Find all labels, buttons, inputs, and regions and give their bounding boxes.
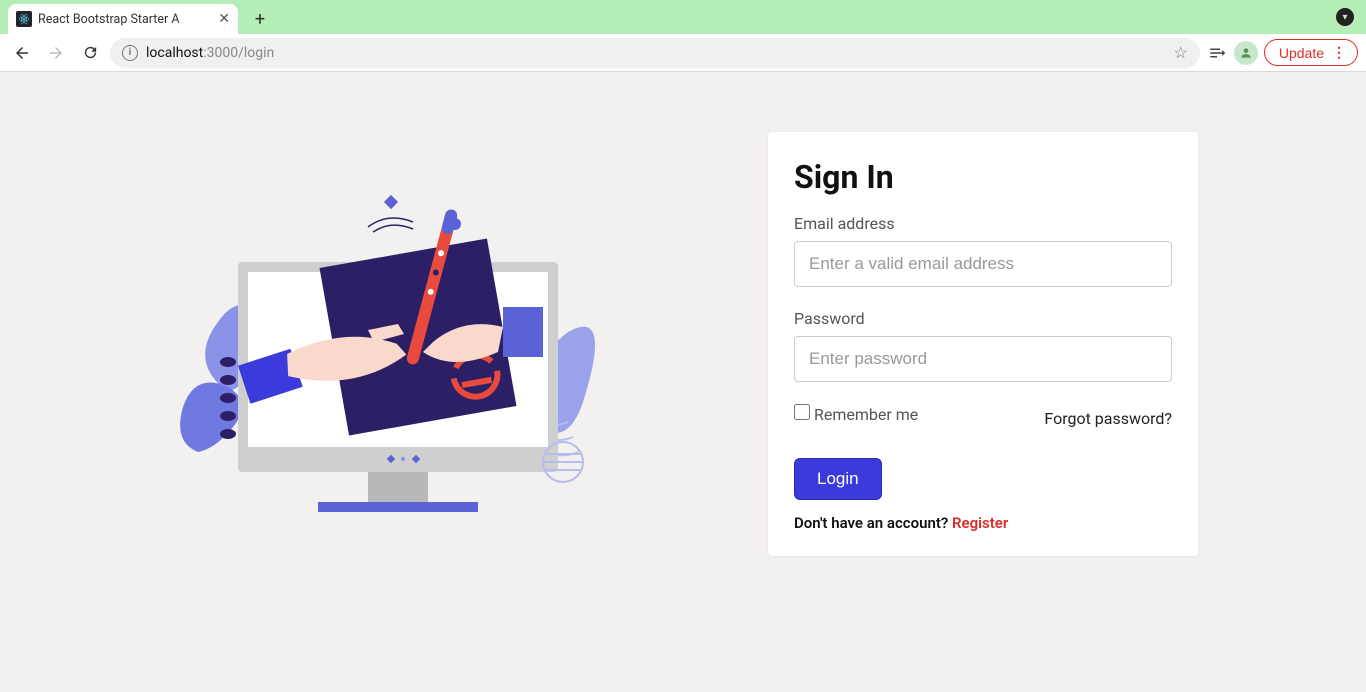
arrow-left-icon	[13, 44, 31, 62]
browser-tab[interactable]: React Bootstrap Starter A ✕	[8, 4, 238, 34]
email-label: Email address	[794, 214, 1172, 233]
password-input[interactable]	[794, 336, 1172, 382]
email-field-group: Email address	[794, 214, 1172, 287]
tab-title: React Bootstrap Starter A	[38, 12, 212, 27]
browser-tab-strip: React Bootstrap Starter A ✕ + ▾	[0, 0, 1366, 34]
address-bar[interactable]: i localhost:3000/login ☆	[110, 38, 1200, 68]
password-field-group: Password	[794, 309, 1172, 382]
window-menu-icon[interactable]: ▾	[1336, 8, 1354, 26]
signin-title: Sign In	[794, 158, 1172, 196]
site-info-icon[interactable]: i	[122, 45, 138, 61]
browser-toolbar: i localhost:3000/login ☆ Update ⋮	[0, 34, 1366, 72]
no-account-text: Don't have an account?	[794, 514, 952, 532]
login-card: Sign In Email address Password Remember …	[768, 132, 1198, 556]
register-link[interactable]: Register	[952, 514, 1008, 532]
password-label: Password	[794, 309, 1172, 328]
remember-me-checkbox[interactable]	[794, 404, 810, 420]
reading-list-icon[interactable]	[1206, 42, 1228, 64]
register-prompt: Don't have an account? Register	[794, 514, 1172, 532]
close-tab-icon[interactable]: ✕	[218, 11, 230, 27]
update-button[interactable]: Update ⋮	[1264, 39, 1358, 66]
email-input[interactable]	[794, 241, 1172, 287]
remember-me-group[interactable]: Remember me	[794, 404, 918, 424]
page-content: Sign In Email address Password Remember …	[0, 72, 1366, 692]
kebab-menu-icon: ⋮	[1332, 44, 1347, 61]
forgot-password-link[interactable]: Forgot password?	[1044, 409, 1172, 428]
login-button[interactable]: Login	[794, 458, 882, 500]
react-favicon-icon	[16, 11, 32, 27]
update-label: Update	[1279, 45, 1324, 61]
remember-me-label: Remember me	[814, 405, 918, 424]
reload-icon	[82, 44, 99, 61]
arrow-right-icon	[47, 44, 65, 62]
profile-avatar-icon[interactable]	[1234, 41, 1258, 65]
login-illustration	[168, 132, 628, 512]
url-text: localhost:3000/login	[146, 45, 1166, 61]
forward-button[interactable]	[42, 39, 70, 67]
reload-button[interactable]	[76, 39, 104, 67]
back-button[interactable]	[8, 39, 36, 67]
new-tab-button[interactable]: +	[246, 5, 274, 33]
bookmark-star-icon[interactable]: ☆	[1174, 43, 1188, 62]
